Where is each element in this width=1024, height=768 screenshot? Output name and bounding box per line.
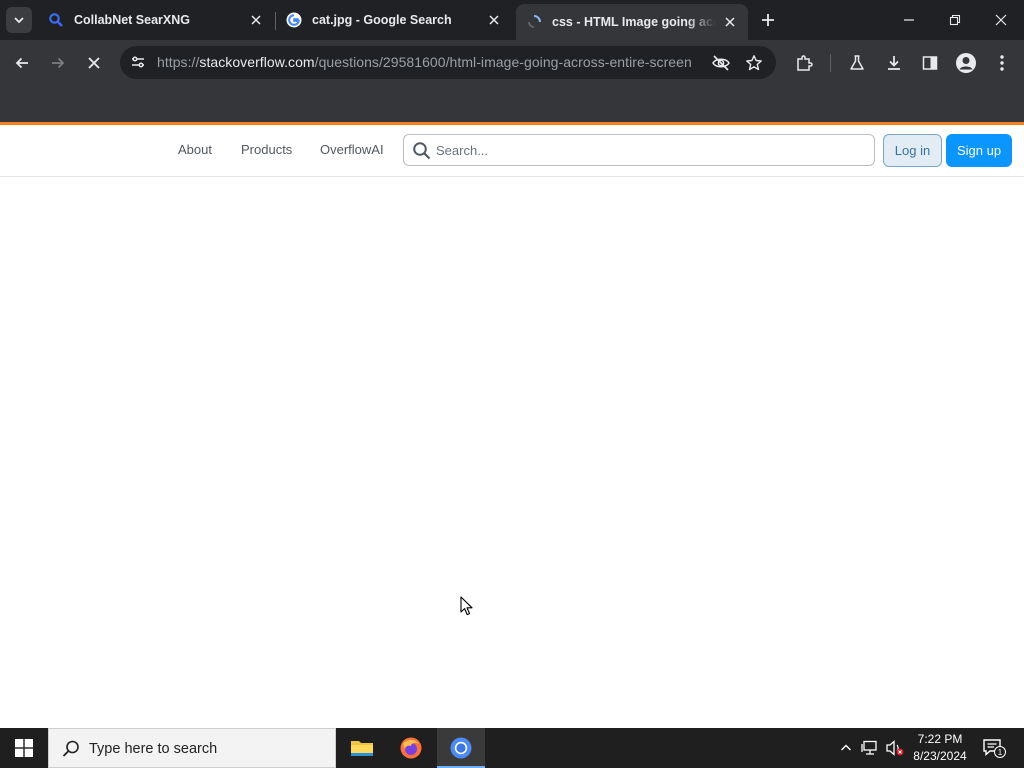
taskbar-search-placeholder: Type here to search xyxy=(89,741,218,757)
flask-icon xyxy=(850,55,864,70)
stackoverflow-loading-icon xyxy=(526,14,542,30)
browser-toolbar: https://stackoverflow.com/questions/2958… xyxy=(0,40,1024,86)
tab-close-icon[interactable] xyxy=(248,12,264,28)
google-g-icon xyxy=(286,12,302,28)
tab-stackoverflow[interactable]: css - HTML Image going across entire scr… xyxy=(516,4,748,40)
system-clock[interactable]: 7:22 PM 8/23/2024 xyxy=(908,731,972,765)
back-button[interactable] xyxy=(8,49,36,77)
address-bar[interactable]: https://stackoverflow.com/questions/2958… xyxy=(120,46,776,79)
side-panel-icon xyxy=(922,56,938,70)
arrow-left-icon xyxy=(15,57,28,69)
plus-icon xyxy=(762,14,774,26)
minimize-button[interactable] xyxy=(886,0,932,40)
site-info-icon[interactable] xyxy=(126,50,150,74)
tab-title: css - HTML Image going across entire scr… xyxy=(552,15,716,29)
mouse-cursor-icon xyxy=(460,596,473,616)
notifications-button[interactable]: 1 xyxy=(982,737,1006,759)
search-input[interactable] xyxy=(436,141,856,159)
new-tab-button[interactable] xyxy=(756,8,780,32)
close-icon xyxy=(88,57,100,69)
chevron-up-icon xyxy=(841,744,851,751)
page-content-area xyxy=(0,178,1024,728)
taskbar-search-box[interactable]: Type here to search xyxy=(48,728,336,768)
windows-taskbar: Type here to search 7:22 PM 8/23/2024 1 xyxy=(0,728,1024,768)
clock-date: 8/23/2024 xyxy=(913,749,967,763)
nav-about-link[interactable]: About xyxy=(178,142,212,157)
avatar-icon xyxy=(956,53,976,73)
search-icon xyxy=(62,740,79,757)
close-window-button[interactable] xyxy=(978,0,1024,40)
minimize-icon xyxy=(904,19,914,21)
chrome-icon xyxy=(450,737,472,759)
forward-button[interactable] xyxy=(44,49,72,77)
site-search-box[interactable] xyxy=(403,134,875,166)
download-icon xyxy=(888,56,900,70)
url-text[interactable]: https://stackoverflow.com/questions/2958… xyxy=(157,54,692,70)
toolbar-divider xyxy=(830,54,831,72)
browser-tab-strip: CollabNet SearXNG cat.jpg - Google Searc… xyxy=(0,0,1024,40)
side-panel-button[interactable] xyxy=(916,49,944,77)
profile-button[interactable] xyxy=(952,49,980,77)
tab-search-button[interactable] xyxy=(6,7,32,33)
tab-title: cat.jpg - Google Search xyxy=(312,13,452,27)
search-icon xyxy=(413,142,431,160)
url-path: /questions/29581600/html-image-going-acr… xyxy=(314,54,692,70)
url-host: stackoverflow.com xyxy=(199,54,315,70)
windows-logo-icon xyxy=(15,739,33,757)
network-icon[interactable] xyxy=(860,738,880,758)
clock-time: 7:22 PM xyxy=(917,732,963,746)
chevron-down-icon xyxy=(14,17,24,24)
nav-products-link[interactable]: Products xyxy=(241,142,292,157)
tab-close-icon[interactable] xyxy=(722,14,738,30)
tab-google-search[interactable]: cat.jpg - Google Search xyxy=(276,4,512,36)
login-button[interactable]: Log in xyxy=(883,134,942,167)
signup-button[interactable]: Sign up xyxy=(946,134,1012,167)
taskbar-app-firefox[interactable] xyxy=(387,728,435,768)
notification-count-badge: 1 xyxy=(994,746,1006,758)
restore-icon xyxy=(949,14,961,26)
arrow-right-icon xyxy=(52,57,65,69)
extensions-button[interactable] xyxy=(790,49,818,77)
close-icon xyxy=(995,14,1007,26)
stop-loading-button[interactable] xyxy=(80,49,108,77)
labs-button[interactable] xyxy=(843,49,871,77)
site-header: About Products OverflowAI Log in Sign up xyxy=(0,125,1024,177)
tab-title: CollabNet SearXNG xyxy=(74,13,191,27)
taskbar-app-chrome[interactable] xyxy=(437,728,485,768)
start-button[interactable] xyxy=(0,728,48,768)
searxng-magnifier-icon xyxy=(48,12,64,28)
menu-button[interactable] xyxy=(988,49,1016,77)
nav-overflowai-link[interactable]: OverflowAI xyxy=(320,142,384,157)
tab-close-icon[interactable] xyxy=(486,12,502,28)
url-scheme: https:// xyxy=(157,54,200,70)
puzzle-icon xyxy=(797,55,813,71)
restore-button[interactable] xyxy=(932,0,978,40)
volume-muted-icon[interactable] xyxy=(885,738,905,758)
tab-searxng[interactable]: CollabNet SearXNG xyxy=(38,4,274,36)
star-icon[interactable] xyxy=(742,51,766,75)
taskbar-app-file-explorer[interactable] xyxy=(338,728,386,768)
downloads-button[interactable] xyxy=(880,49,908,77)
browser-info-band xyxy=(0,86,1024,122)
kebab-menu-icon xyxy=(1000,55,1004,71)
file-explorer-icon xyxy=(351,741,373,756)
firefox-icon xyxy=(400,737,422,759)
show-hidden-icons-button[interactable] xyxy=(836,738,856,758)
eye-off-icon[interactable] xyxy=(709,51,733,75)
